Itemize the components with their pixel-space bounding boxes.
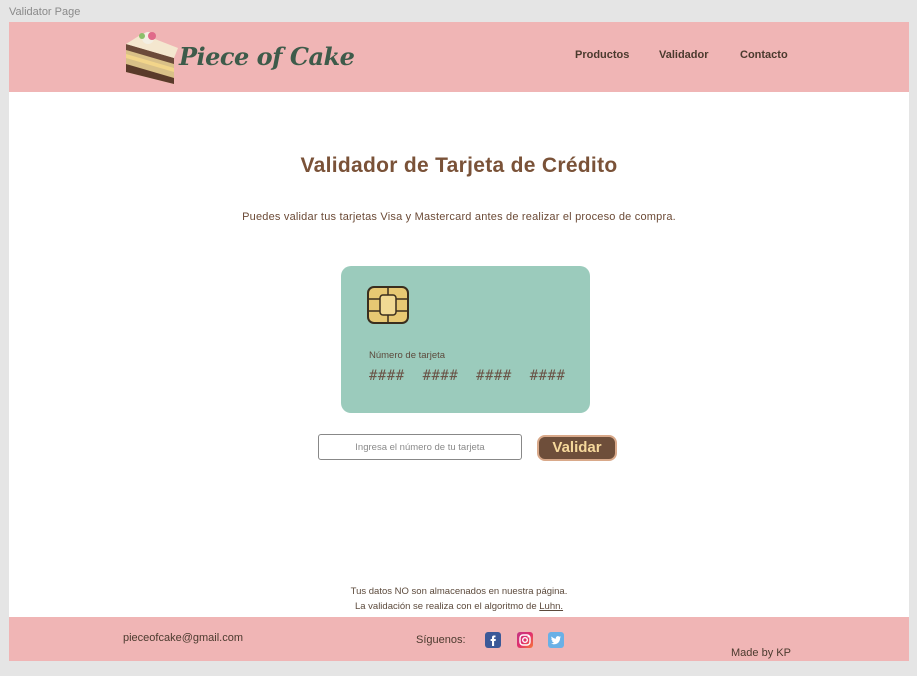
facebook-icon[interactable] [485, 632, 501, 648]
header: Piece of Cake Productos Validador Contac… [9, 22, 909, 92]
card-number-display: #### #### #### #### [369, 368, 566, 384]
luhn-link[interactable]: Luhn. [539, 601, 563, 612]
credit-card-preview: Número de tarjeta #### #### #### #### [341, 266, 590, 413]
window-label: Validator Page [9, 6, 81, 18]
nav-validador[interactable]: Validador [659, 49, 709, 61]
footer-email[interactable]: pieceofcake@gmail.com [123, 632, 243, 644]
logo[interactable]: Piece of Cake [122, 28, 355, 86]
card-number-input[interactable] [318, 434, 522, 460]
footer: pieceofcake@gmail.com Síguenos: Made by … [9, 617, 909, 661]
card-number-label: Número de tarjeta [369, 350, 446, 361]
cake-icon [126, 32, 178, 84]
luhn-note-text: La validación se realiza con el algoritm… [354, 601, 540, 612]
follow-label: Síguenos: [416, 634, 466, 646]
nav-productos[interactable]: Productos [575, 49, 629, 61]
page-title: Validador de Tarjeta de Crédito [300, 154, 618, 177]
instagram-icon[interactable] [517, 632, 533, 648]
card-chip-icon [367, 286, 409, 324]
validator-page: Piece of Cake Productos Validador Contac… [9, 22, 909, 661]
nav-contacto[interactable]: Contacto [740, 49, 788, 61]
twitter-icon[interactable] [548, 632, 564, 648]
validate-button[interactable]: Validar [537, 435, 617, 461]
made-by: Made by KP [731, 647, 791, 659]
logo-text: Piece of Cake [179, 42, 355, 71]
page-subtitle: Puedes validar tus tarjetas Visa y Maste… [242, 211, 676, 223]
luhn-note: La validación se realiza con el algoritm… [9, 601, 909, 612]
privacy-note: Tus datos NO son almacenados en nuestra … [350, 586, 568, 597]
